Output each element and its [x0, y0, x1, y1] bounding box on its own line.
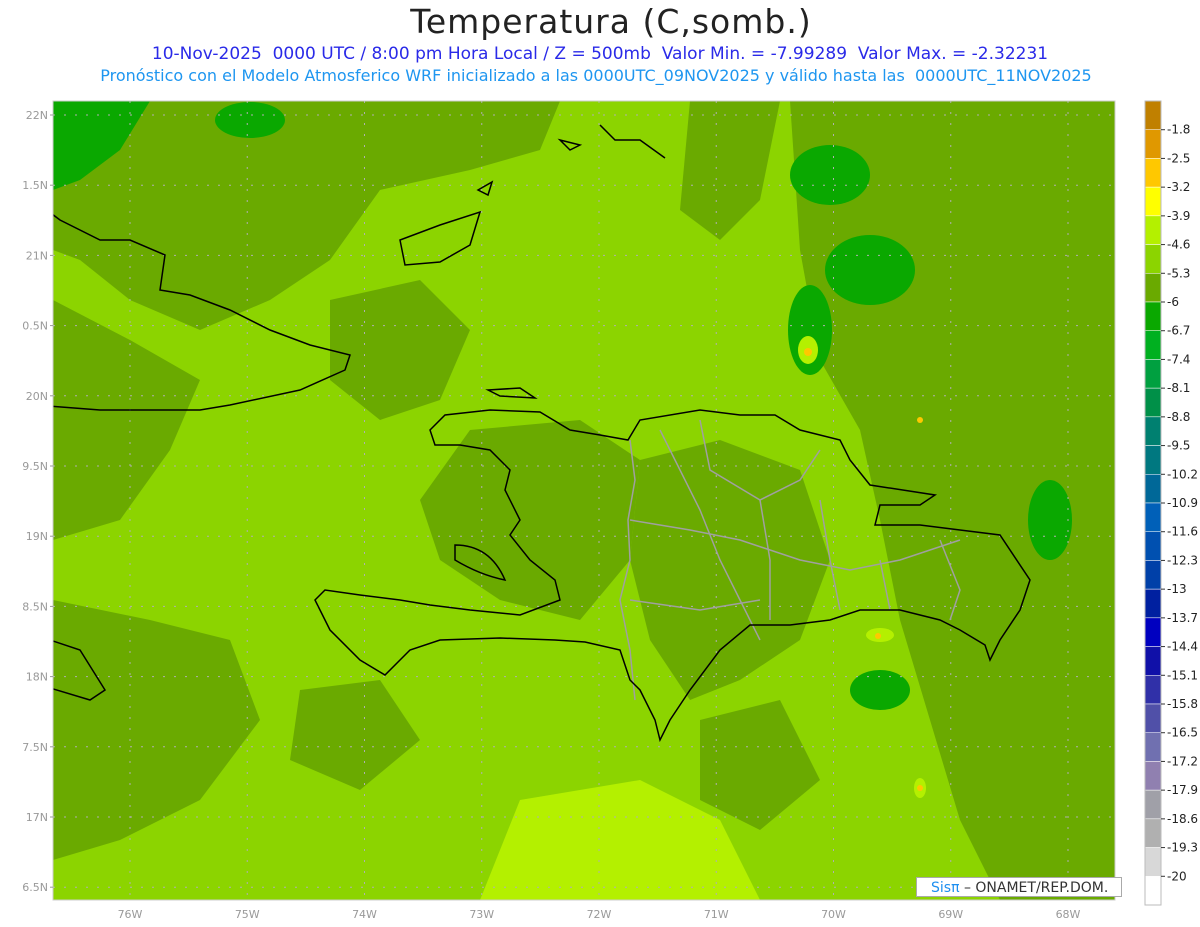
lat-label: 21N	[26, 249, 48, 262]
colorbar-swatch	[1144, 387, 1162, 418]
lat-label: 0.5N	[22, 320, 48, 333]
lon-label: 69W	[938, 908, 963, 921]
colorbar-swatch	[1144, 617, 1162, 647]
colorbar-swatch	[1145, 876, 1161, 905]
colorbar-label: -20	[1167, 869, 1187, 883]
colorbar-swatch	[1144, 273, 1162, 303]
map-title: Temperatura (C,somb.)	[410, 2, 812, 41]
lon-label: 75W	[235, 908, 260, 921]
colorbar-swatch	[1144, 100, 1162, 130]
colorbar-label: -3.9	[1167, 209, 1190, 223]
colorbar-label: -15.8	[1167, 697, 1198, 711]
sispi-logo: Sisπ	[931, 880, 960, 896]
colorbar-swatch	[1144, 675, 1162, 705]
lat-label: 20N	[26, 390, 48, 403]
lon-label: 74W	[352, 908, 377, 921]
colorbar: -1.8 -2.5 -3.2 -3.9 -4.6 -5.3 -6 -6.7 -7.4 -8.1 -8…	[1144, 100, 1198, 906]
colorbar-swatch	[1144, 244, 1162, 274]
lon-label: 70W	[821, 908, 846, 921]
colorbar-label: -4.6	[1167, 238, 1190, 252]
colorbar-label: -17.2	[1167, 754, 1198, 768]
colorbar-label: -13.7	[1167, 611, 1198, 625]
colorbar-label: -14.4	[1167, 640, 1198, 654]
colorbar-swatch	[1144, 560, 1162, 590]
colorbar-label: -8.1	[1167, 381, 1190, 395]
colorbar-swatch	[1144, 445, 1162, 475]
colorbar-swatch	[1144, 818, 1162, 848]
colorbar-label: -15.1	[1167, 668, 1198, 682]
lat-label: 17N	[26, 811, 48, 824]
lat-label: 18N	[26, 671, 48, 684]
colorbar-label: -10.9	[1167, 496, 1198, 510]
colorbar-label: -16.5	[1167, 726, 1198, 740]
credit-text: – ONAMET/REP.DOM.	[963, 880, 1109, 896]
colorbar-label: -6	[1167, 295, 1179, 309]
colorbar-swatch	[1144, 330, 1162, 360]
colorbar-label: -17.9	[1167, 783, 1198, 797]
lat-label: 9.5N	[22, 460, 48, 473]
colorbar-swatch	[1144, 186, 1162, 217]
colorbar-label: -11.6	[1167, 525, 1198, 539]
lat-label: 19N	[26, 530, 48, 543]
lon-label: 68W	[1056, 908, 1081, 921]
colorbar-swatch	[1144, 502, 1162, 532]
colorbar-label: -3.2	[1167, 180, 1190, 194]
colorbar-swatch	[1144, 646, 1162, 676]
colorbar-label: -12.3	[1167, 553, 1198, 567]
lat-label: 1.5N	[22, 179, 48, 192]
colorbar-label: -2.5	[1167, 151, 1190, 165]
lat-label: 22N	[26, 109, 48, 122]
colorbar-swatch	[1144, 359, 1162, 389]
model-info-line: Pronóstico con el Modelo Atmosferico WRF…	[100, 66, 1092, 85]
lon-label: 72W	[587, 908, 612, 921]
lon-label: 71W	[704, 908, 729, 921]
forecast-time-line: 10-Nov-2025 0000 UTC / 8:00 pm Hora Loca…	[151, 44, 1049, 64]
lon-label: 76W	[118, 908, 143, 921]
temperature-map: 22N 1.5N 21N 0.5N 20N 9.5N 19N 8.5N 18N 7.5N 17N 6.…	[22, 100, 1198, 921]
colorbar-label: -10.2	[1167, 467, 1198, 481]
colorbar-swatch	[1144, 531, 1162, 561]
colorbar-swatch	[1144, 789, 1162, 820]
colorbar-swatch	[1144, 416, 1162, 446]
lon-label: 73W	[469, 908, 494, 921]
colorbar-swatch	[1144, 301, 1162, 331]
colorbar-swatch	[1144, 703, 1162, 733]
credit-box: Sisπ – ONAMET/REP.DOM.	[916, 877, 1122, 897]
colorbar-label: -1.8	[1167, 123, 1190, 137]
colorbar-swatch	[1144, 847, 1162, 877]
colorbar-label: -8.8	[1167, 410, 1190, 424]
colorbar-label: -13	[1167, 582, 1187, 596]
colorbar-swatch	[1144, 129, 1162, 159]
colorbar-swatch	[1144, 732, 1162, 762]
colorbar-swatch	[1144, 474, 1162, 504]
colorbar-swatch	[1144, 761, 1162, 791]
lat-label: 8.5N	[22, 600, 48, 613]
colorbar-swatch	[1144, 588, 1162, 619]
colorbar-label: -9.5	[1167, 439, 1190, 453]
colorbar-swatch	[1144, 215, 1162, 245]
colorbar-swatch	[1144, 158, 1162, 188]
colorbar-label: -5.3	[1167, 266, 1190, 280]
lat-label: 6.5N	[22, 881, 48, 894]
colorbar-label: -18.6	[1167, 812, 1198, 826]
colorbar-label: -6.7	[1167, 324, 1190, 338]
shaded-field	[53, 101, 1115, 900]
colorbar-label: -7.4	[1167, 352, 1190, 366]
colorbar-label: -19.3	[1167, 841, 1198, 855]
lat-label: 7.5N	[22, 741, 48, 754]
